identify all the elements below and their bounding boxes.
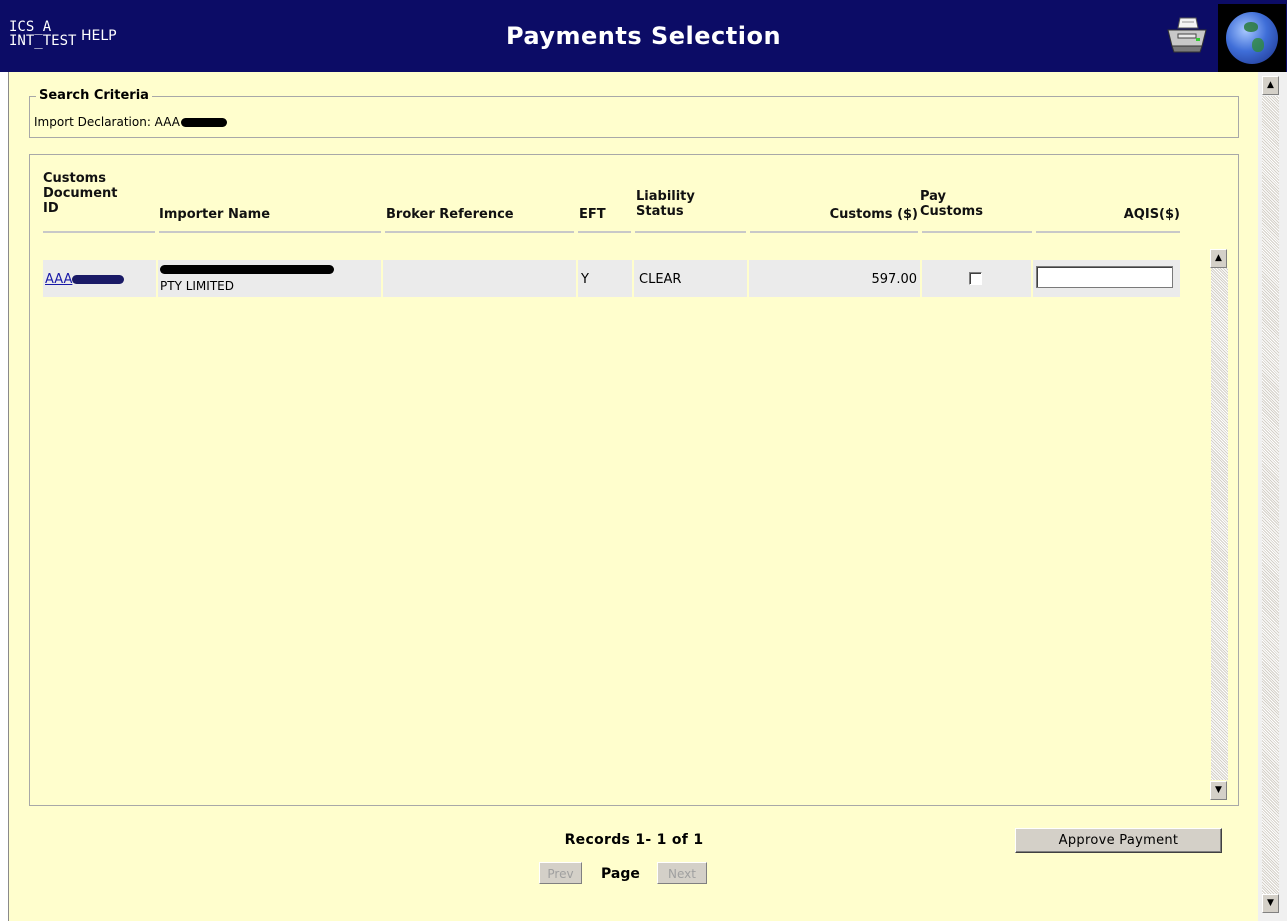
printer-icon[interactable] xyxy=(1162,14,1212,58)
redaction-mark xyxy=(180,118,227,127)
search-criteria-box: Search Criteria Import Declaration: AAA xyxy=(29,88,1239,138)
header-divider xyxy=(922,231,1032,233)
pay-customs-checkbox[interactable] xyxy=(969,272,982,285)
header-divider xyxy=(43,231,155,233)
page-scrollbar-track[interactable] xyxy=(1262,96,1279,894)
page-scrollbar[interactable]: ▲ ▼ xyxy=(1258,72,1287,921)
header-divider xyxy=(578,231,631,233)
header-divider xyxy=(635,231,746,233)
prev-page-button[interactable]: Prev xyxy=(539,862,582,884)
aqis-amount-input[interactable] xyxy=(1036,266,1173,288)
scroll-up-button[interactable]: ▲ xyxy=(1210,249,1227,268)
title-bar: ICS_A INT_TEST HELP Payments Selection xyxy=(0,0,1287,72)
header-divider xyxy=(385,231,574,233)
importer-name-cell: PTY LIMITED xyxy=(160,262,334,293)
header-broker-reference: Broker Reference xyxy=(386,207,514,222)
customs-document-id-cell: AAA xyxy=(45,272,125,287)
importer-name-line: PTY LIMITED xyxy=(160,279,234,293)
globe-icon xyxy=(1218,4,1286,72)
header-divider xyxy=(1036,231,1180,233)
table-row: AAA PTY LIMITED Y CLEAR 597.00 xyxy=(43,260,1180,297)
page-scroll-up-button[interactable]: ▲ xyxy=(1262,76,1279,95)
header-customs-document-id: Customs Document ID xyxy=(43,171,118,216)
next-page-button[interactable]: Next xyxy=(657,862,707,884)
header-importer-name: Importer Name xyxy=(159,207,271,222)
header-pay-customs: Pay Customs xyxy=(920,189,983,219)
page-scroll-down-button[interactable]: ▼ xyxy=(1262,894,1279,913)
header-aqis: AQIS($) xyxy=(1123,207,1180,222)
customs-amount-cell: 597.00 xyxy=(871,272,918,287)
header-liability-status: Liability Status xyxy=(636,189,695,219)
redaction-mark xyxy=(72,275,125,284)
search-criteria-legend: Search Criteria xyxy=(36,88,152,103)
scroll-down-button[interactable]: ▼ xyxy=(1210,781,1227,800)
scrollbar-track[interactable] xyxy=(1211,268,1228,780)
header-divider xyxy=(750,231,918,233)
header-divider xyxy=(159,231,381,233)
customs-document-id-link[interactable]: AAA xyxy=(45,272,125,287)
approve-payment-button[interactable]: Approve Payment xyxy=(1015,828,1222,853)
header-customs-amount: Customs ($) xyxy=(829,207,918,222)
page-title: Payments Selection xyxy=(505,22,782,50)
redaction-mark xyxy=(160,265,334,274)
main-panel: Search Criteria Import Declaration: AAA … xyxy=(8,72,1259,921)
results-panel: Customs Document ID Importer Name Broker… xyxy=(29,154,1239,806)
liability-status-cell: CLEAR xyxy=(639,272,682,287)
import-declaration-text: Import Declaration: AAA xyxy=(34,115,227,129)
page-label: Page xyxy=(601,866,640,882)
results-scrollbar[interactable]: ▲ ▼ xyxy=(1210,249,1230,801)
import-declaration-label: Import Declaration: AAA xyxy=(34,115,180,129)
eft-cell: Y xyxy=(581,272,589,287)
header-eft: EFT xyxy=(579,207,606,222)
